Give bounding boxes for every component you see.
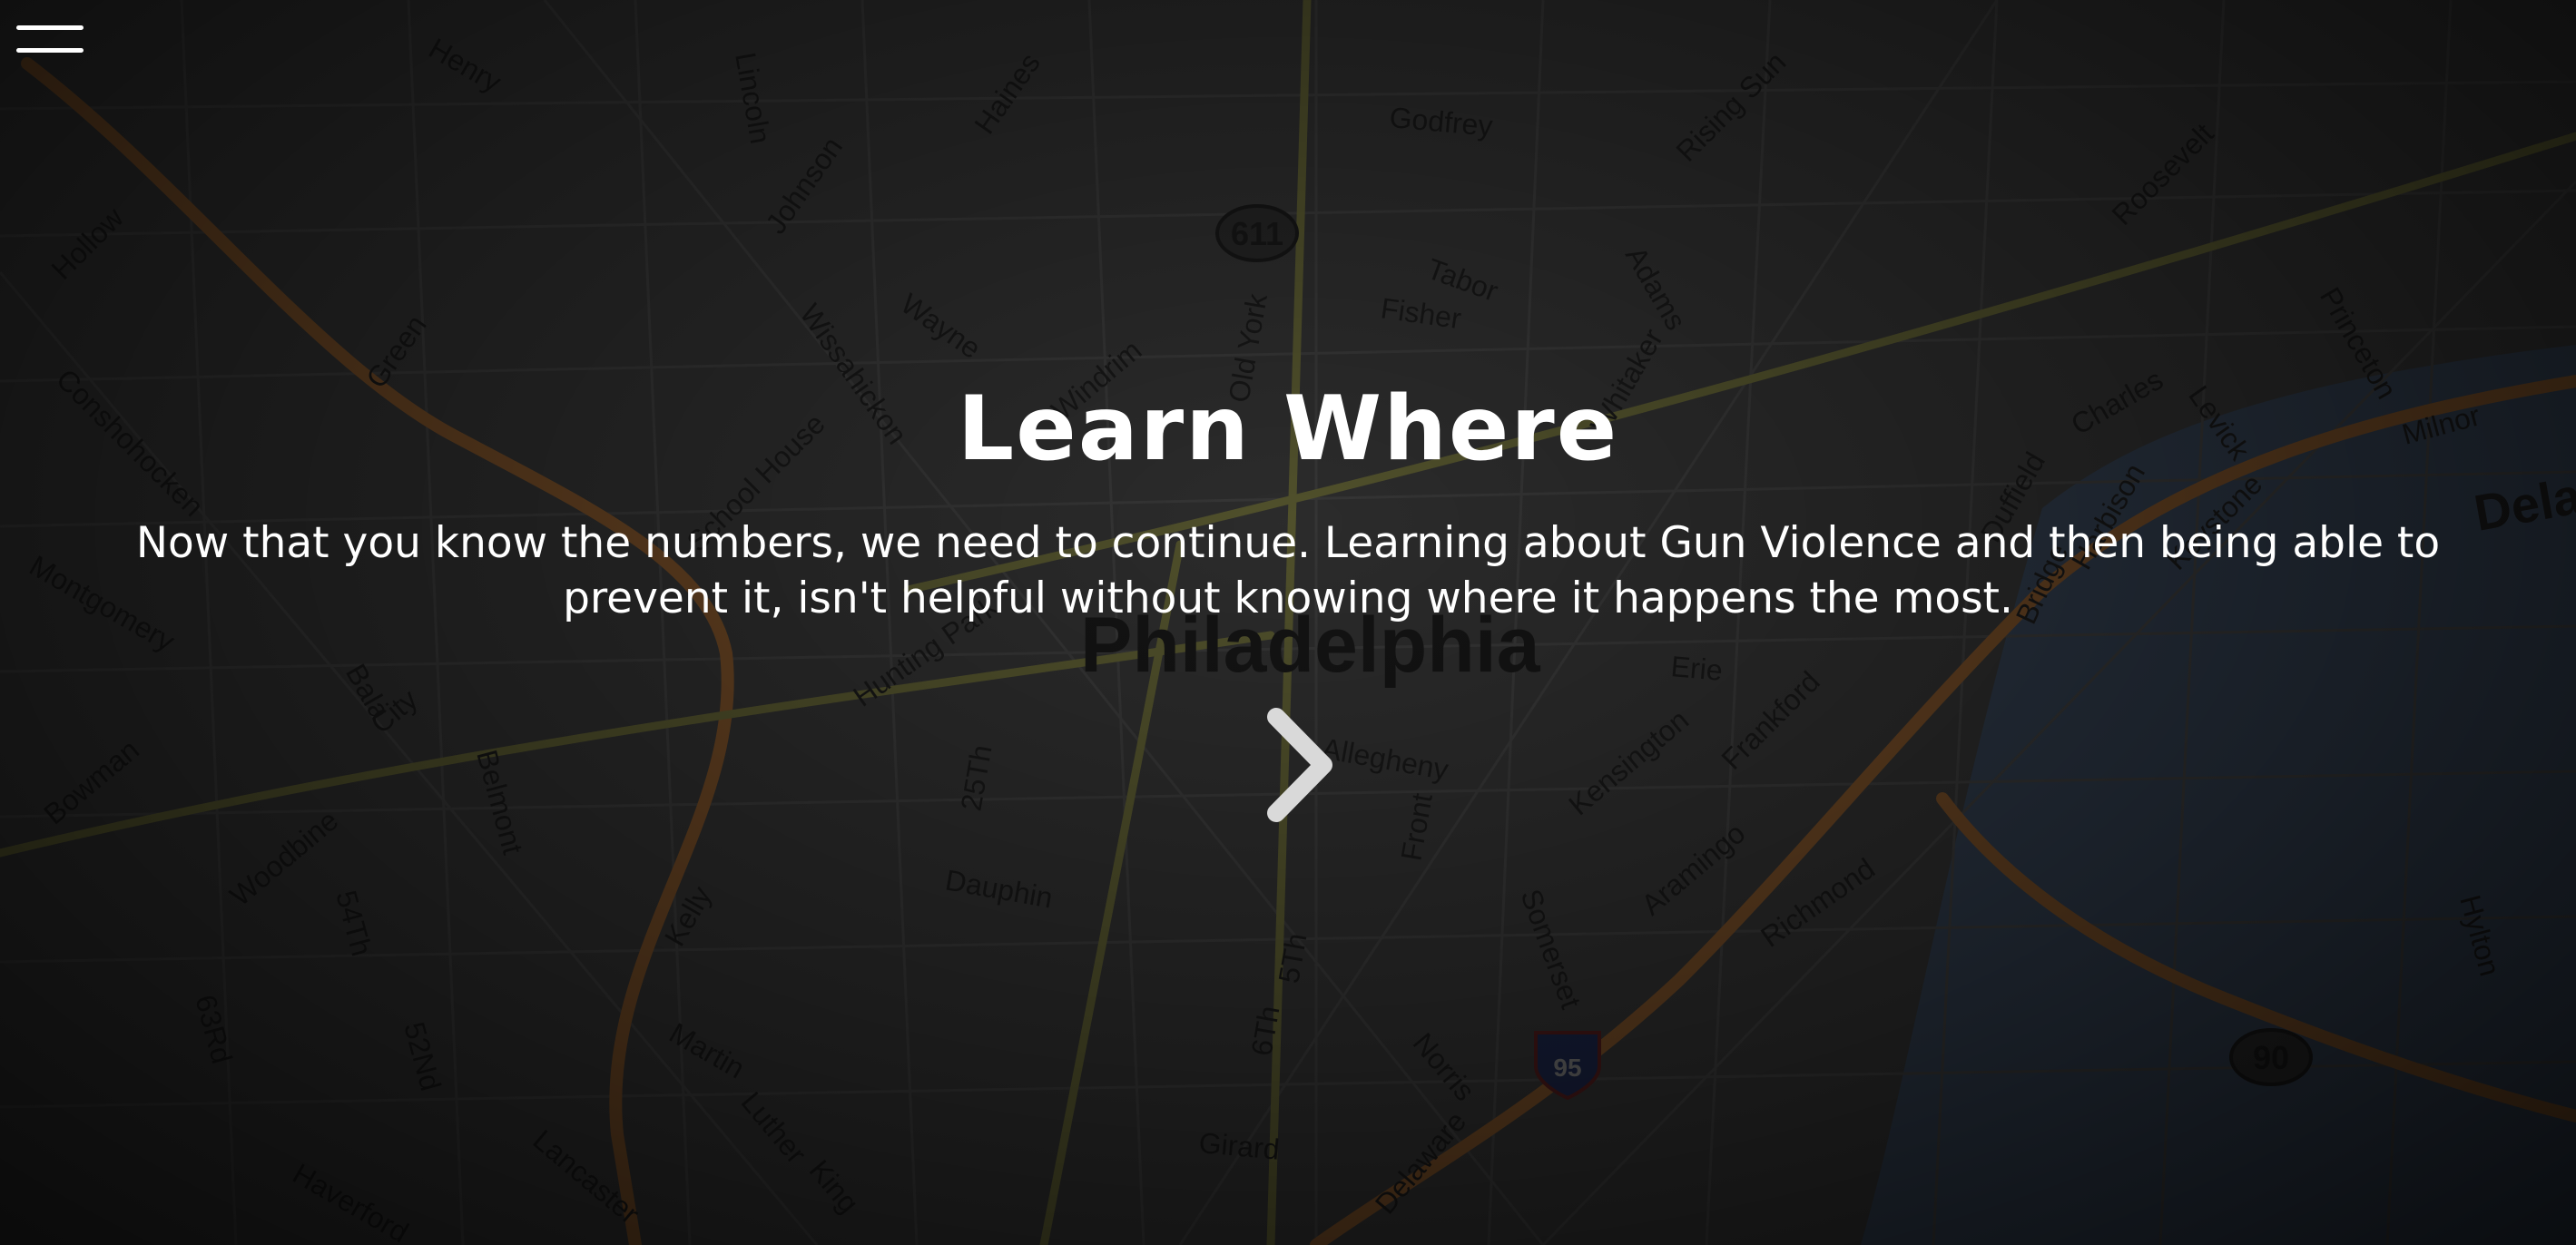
hero-description: Now that you know the numbers, we need t… (135, 517, 2441, 623)
hamburger-menu-icon[interactable] (16, 25, 84, 56)
map-shield-95: 95 (1553, 1054, 1581, 1082)
page-title: Learn Where (957, 377, 1619, 481)
next-button[interactable] (1260, 706, 1342, 824)
hero-section: Learn Where Now that you know the number… (0, 377, 2576, 626)
map-shield-90: 90 (2253, 1039, 2289, 1076)
map-shield-611: 611 (1231, 215, 1283, 252)
page: 611 95 90 Henry Lincoln Haines Johnson G… (0, 0, 2576, 1245)
menu-bar-bottom (16, 48, 84, 53)
chevron-right-icon (1267, 708, 1332, 822)
map-label: Erie (1669, 650, 1724, 687)
menu-bar-top (16, 25, 84, 30)
